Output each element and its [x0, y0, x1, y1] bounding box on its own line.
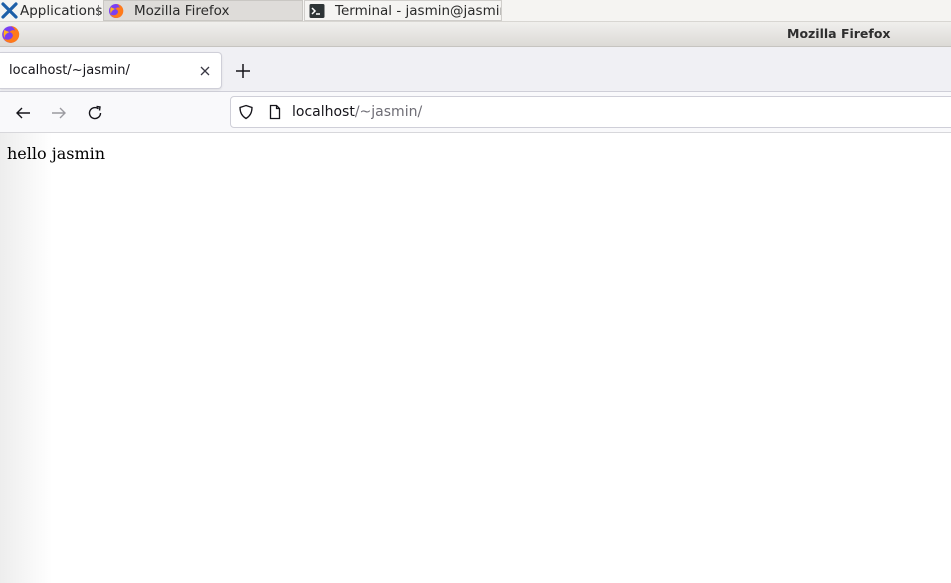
terminal-icon — [309, 3, 325, 18]
firefox-icon — [109, 3, 124, 18]
taskbar-item-firefox[interactable]: Mozilla Firefox — [103, 0, 303, 21]
page-icon[interactable] — [267, 104, 283, 120]
close-tab-icon[interactable] — [196, 62, 214, 80]
new-tab-button[interactable] — [232, 60, 254, 82]
applications-menu-label: Applications — [20, 2, 103, 19]
browser-tab[interactable]: localhost/~jasmin/ — [0, 52, 222, 89]
xfce-logo-icon — [1, 2, 18, 19]
firefox-icon[interactable] — [1, 25, 20, 44]
reload-icon — [88, 105, 102, 120]
arrow-left-icon — [16, 107, 30, 119]
window-title: Mozilla Firefox — [787, 26, 891, 41]
taskbar-item-terminal[interactable]: Terminal - jasmin@jasmin-... — [304, 0, 502, 21]
shield-icon[interactable] — [238, 104, 254, 120]
navigation-toolbar: localhost/~jasmin/ — [0, 92, 951, 133]
tab-title: localhost/~jasmin/ — [9, 63, 130, 78]
window-titlebar[interactable]: Mozilla Firefox — [0, 22, 951, 47]
plus-icon — [236, 64, 250, 78]
taskbar-item-label: Mozilla Firefox — [134, 2, 230, 19]
taskbar-item-label: Terminal - jasmin@jasmin-... — [335, 2, 501, 19]
url-bar[interactable]: localhost/~jasmin/ — [230, 96, 951, 128]
applications-menu-button[interactable]: Applications — [0, 0, 103, 21]
arrow-right-icon — [52, 107, 66, 119]
top-panel: Applications Mozilla Firefox Terminal - … — [0, 0, 951, 22]
back-button[interactable] — [11, 101, 35, 125]
reload-button[interactable] — [83, 101, 107, 125]
page-content: hello jasmin — [0, 133, 951, 583]
forward-button[interactable] — [47, 101, 71, 125]
url-path: /~jasmin/ — [354, 104, 423, 120]
page-body-text: hello jasmin — [7, 144, 106, 163]
url-host: localhost — [292, 104, 355, 120]
tab-strip: localhost/~jasmin/ — [0, 47, 951, 92]
url-text[interactable]: localhost/~jasmin/ — [292, 104, 422, 120]
